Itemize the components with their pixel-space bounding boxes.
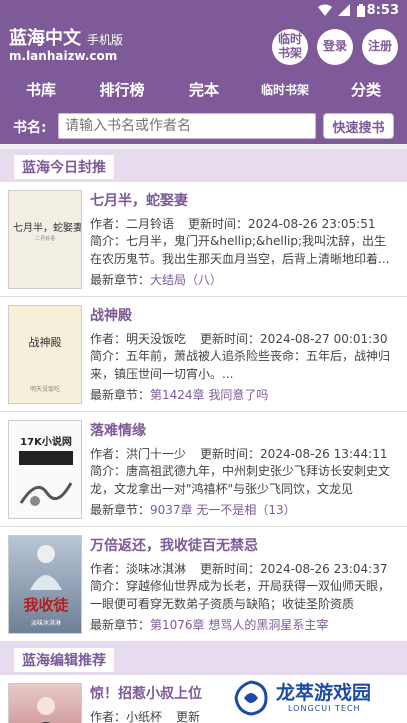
- book-item[interactable]: 七月半，蛇娶妻 二月铃语 七月半，蛇娶妻 作者：二月铃语 更新时间：2024-08…: [0, 182, 407, 297]
- book-meta: 作者：二月铃语 更新时间：2024-08-26 23:05:51: [90, 215, 398, 232]
- author-label: 作者：: [90, 562, 127, 576]
- wifi-icon: [318, 4, 332, 16]
- nav-item-library[interactable]: 书库: [26, 79, 56, 100]
- cover-author: 二月铃语: [34, 236, 55, 242]
- update-time: 2024-08-26 23:05:51: [248, 217, 376, 231]
- author-label: 作者：: [90, 447, 127, 461]
- book-meta: 作者：明天没饭吃 更新时间：2024-08-27 00:01:30: [90, 330, 398, 347]
- book-brief: 简介：唐高祖武德九年，中州刺史张少飞拜访长安刺史文龙，文龙拿出一对"鸿禧杯"与张…: [90, 464, 391, 496]
- latest-chapter-row: 最新章节：第1076章 想骂人的黑洞星系主宰: [90, 616, 398, 633]
- book-item[interactable]: 战神殿 明天没饭吃 战神殿 作者：明天没饭吃 更新时间：2024-08-27 00…: [0, 297, 407, 412]
- bookshelf-button[interactable]: 临时 书架: [272, 29, 308, 65]
- login-button[interactable]: 登录: [317, 29, 353, 65]
- update-label: 更新时间：: [200, 562, 261, 576]
- latest-chapter-row: 最新章节：第1424章 我同意了吗: [90, 386, 398, 403]
- status-bar: 8:53: [0, 0, 407, 22]
- book-author: 二月铃语: [126, 217, 175, 231]
- book-cover[interactable]: 我收徒 淡味冰淇淋: [8, 535, 82, 634]
- update-time: 2024-08-26 23:04:37: [260, 562, 388, 576]
- section-header-editor: 蓝海编辑推荐: [0, 642, 407, 675]
- book-brief: 简介：七月半，鬼门开&hellip;&hellip;我叫沈辞，出生在农历鬼节。我…: [90, 234, 390, 266]
- latest-label: 最新章节：: [90, 273, 151, 287]
- cover-title: 七月半，蛇娶妻: [13, 223, 82, 234]
- latest-chapter-link[interactable]: 第1424章 我同意了吗: [150, 388, 268, 402]
- section-title: 蓝海编辑推荐: [14, 648, 114, 672]
- cover-banner: [19, 451, 73, 465]
- signal-icon: [338, 4, 350, 16]
- search-button[interactable]: 快速搜书: [323, 113, 394, 139]
- nav-item-category[interactable]: 分类: [351, 79, 381, 100]
- latest-chapter-link[interactable]: 9037章 无一不是相（13）: [150, 503, 296, 517]
- cover-figure: [30, 545, 62, 590]
- watermark-logo: 龙萃游戏园 LONGCUI TECH: [232, 678, 402, 718]
- site-logo[interactable]: 蓝海中文 手机版: [9, 24, 123, 50]
- book-author: 淡味冰淇淋: [126, 562, 187, 576]
- latest-chapter-row: 最新章节：大结局（八）: [90, 271, 398, 288]
- book-cover[interactable]: 战神殿 明天没饭吃: [8, 305, 82, 404]
- nav-item-ranking[interactable]: 排行榜: [99, 79, 144, 100]
- watermark-subtext: LONGCUI TECH: [288, 704, 361, 713]
- book-meta: 作者：淡味冰淇淋 更新时间：2024-08-26 23:04:37: [90, 560, 398, 577]
- section-title: 蓝海今日封推: [14, 155, 114, 179]
- cover-title: 战神殿: [28, 336, 62, 349]
- update-time: 2024-08-26 13:44:11: [260, 447, 388, 461]
- book-meta: 作者：洪门十一少 更新时间：2024-08-26 13:44:11: [90, 445, 398, 462]
- book-cover[interactable]: 17K小说网: [8, 420, 82, 519]
- book-item[interactable]: 17K小说网 落难情缘 作者：洪门十一少 更新时间：2024-08-26 13:4…: [0, 412, 407, 527]
- book-cover[interactable]: 七月半，蛇娶妻 二月铃语: [8, 190, 82, 289]
- cover-author: 明天没饭吃: [29, 386, 60, 393]
- battery-icon: [357, 4, 365, 17]
- main-content: 蓝海今日封推 七月半，蛇娶妻 二月铃语 七月半，蛇娶妻 作者：二月铃语 更新时间：…: [0, 144, 407, 723]
- nav-item-completed[interactable]: 完本: [189, 79, 219, 100]
- search-bar: 书名: 快速搜书: [0, 108, 407, 144]
- book-author: 明天没饭吃: [126, 332, 187, 346]
- latest-label: 最新章节：: [90, 618, 151, 632]
- book-title[interactable]: 惊！招惹小叔上位: [90, 683, 202, 703]
- cover-author: 淡味冰淇淋: [30, 620, 61, 627]
- author-label: 作者：: [90, 332, 127, 346]
- update-label: 更新时间：: [200, 447, 261, 461]
- section-header-recommend: 蓝海今日封推: [0, 149, 407, 182]
- book-author: 小纸杯: [126, 710, 163, 723]
- watermark-text: 龙萃游戏园: [276, 682, 372, 704]
- update-label: 更新时间：: [200, 332, 261, 346]
- site-name: 蓝海中文: [9, 28, 81, 49]
- main-nav: 书库 排行榜 完本 临时书架 分类: [0, 68, 407, 108]
- author-label: 作者：: [90, 710, 127, 723]
- clock: 8:53: [366, 3, 399, 18]
- latest-label: 最新章节：: [90, 388, 151, 402]
- site-domain: m.lanhaizw.com: [9, 49, 118, 63]
- update-time: 2024-08-27 00:01:30: [260, 332, 388, 346]
- book-title[interactable]: 战神殿: [90, 305, 132, 325]
- book-brief: 简介：五年前，萧战被人追杀险些丧命：五年后，战神归来，镇压世间一切宵小。...: [90, 349, 391, 381]
- cover-figure: [37, 697, 55, 723]
- site-subtitle: 手机版: [87, 33, 124, 47]
- book-title[interactable]: 万倍返还，我收徒百无禁忌: [90, 535, 258, 555]
- book-title[interactable]: 落难情缘: [90, 420, 146, 440]
- nav-item-bookshelf[interactable]: 临时书架: [261, 81, 309, 98]
- latest-chapter-link[interactable]: 第1076章 想骂人的黑洞星系主宰: [150, 618, 328, 632]
- latest-chapter-link[interactable]: 大结局（八）: [150, 273, 222, 287]
- latest-chapter-row: 最新章节：9037章 无一不是相（13）: [90, 501, 398, 518]
- cover-title: 我收徒: [23, 596, 69, 614]
- search-input[interactable]: [58, 113, 316, 139]
- cover-title: 17K小说网: [20, 437, 72, 448]
- watermark-icon: [234, 680, 268, 716]
- update-label: 更新: [176, 710, 201, 723]
- book-cover[interactable]: [8, 683, 82, 723]
- search-label: 书名:: [13, 120, 47, 136]
- latest-label: 最新章节：: [90, 503, 151, 517]
- book-item[interactable]: 我收徒 淡味冰淇淋 万倍返还，我收徒百无禁忌 作者：淡味冰淇淋 更新时间：2024…: [0, 527, 407, 642]
- book-brief: 简介：穿越修仙世界成为长老，开局获得一双仙师天眼，一眼便可看穿无数弟子资质与缺陷…: [90, 579, 391, 611]
- book-title[interactable]: 七月半，蛇娶妻: [90, 190, 188, 210]
- site-header: 蓝海中文 手机版 m.lanhaizw.com 临时 书架 登录 注册: [0, 22, 407, 68]
- cover-illustration: [19, 482, 73, 506]
- register-button[interactable]: 注册: [362, 29, 398, 65]
- update-label: 更新时间：: [188, 217, 249, 231]
- book-author: 洪门十一少: [126, 447, 187, 461]
- author-label: 作者：: [90, 217, 127, 231]
